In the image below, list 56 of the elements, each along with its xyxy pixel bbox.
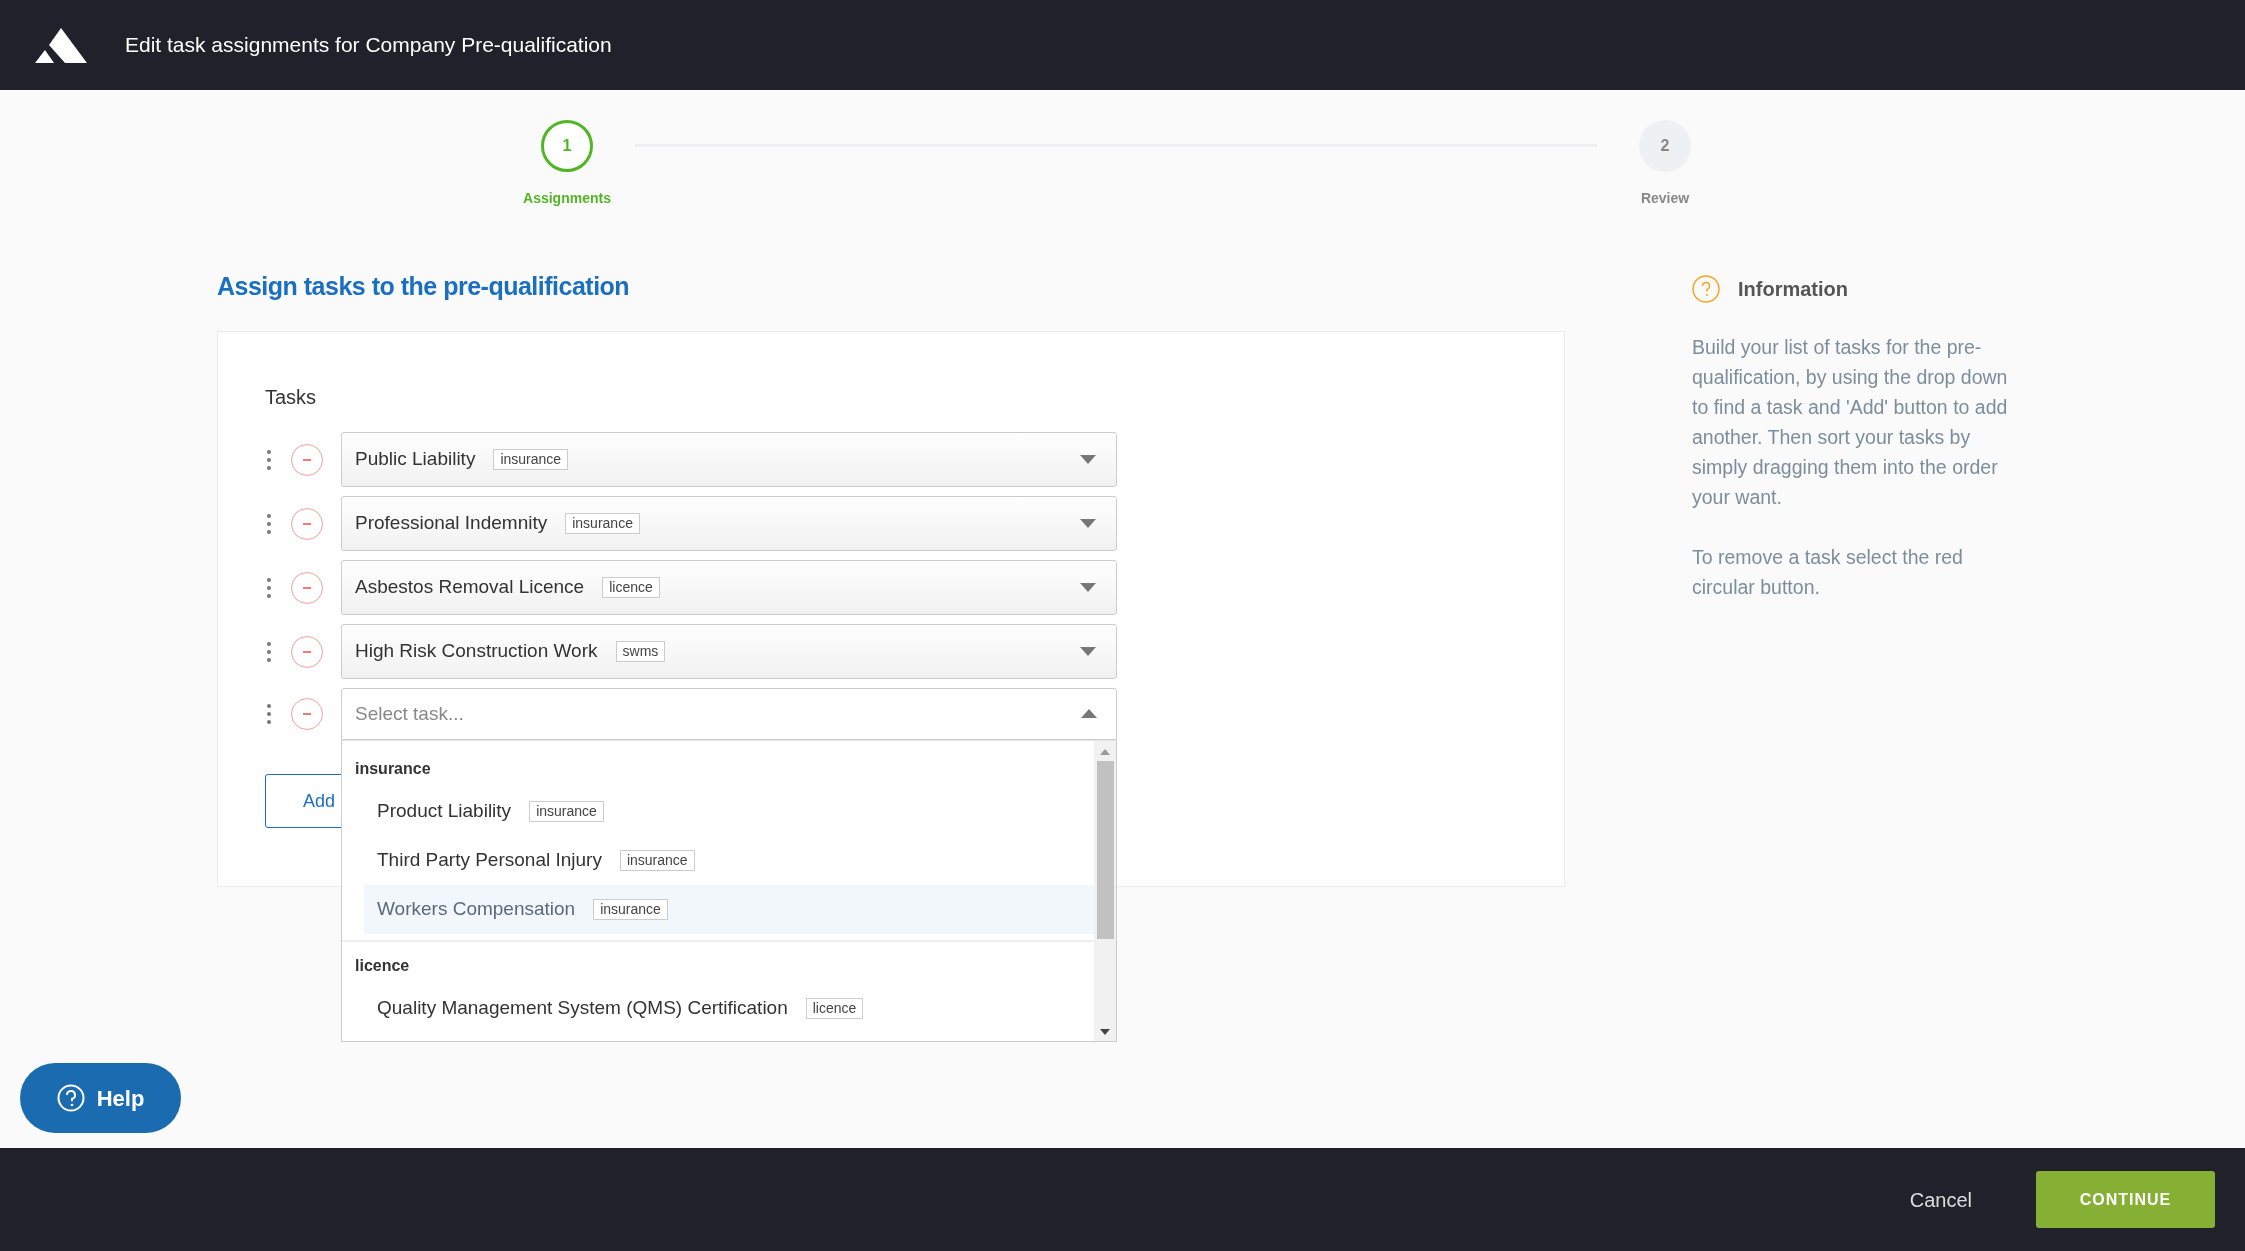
help-icon	[1692, 275, 1720, 303]
drag-handle-icon	[265, 703, 273, 725]
drag-handle-icon	[265, 640, 273, 663]
category-tag: insurance	[493, 449, 569, 470]
category-tag: insurance	[619, 850, 695, 871]
help-icon	[56, 1084, 85, 1112]
drag-handle-icon	[265, 576, 273, 599]
caret-icon	[1080, 455, 1096, 464]
page-heading: Assign tasks to the pre-qualification	[217, 271, 631, 301]
caret-icon	[1080, 583, 1096, 592]
task-name: Asbestos Removal Licence	[355, 575, 585, 600]
task-select[interactable]: Public Liability insurance	[341, 432, 1117, 487]
caret-icon	[1080, 519, 1096, 528]
category-tag: insurance	[529, 801, 604, 822]
info-text: To remove a task select the red circular button.	[1692, 545, 1964, 600]
minus-icon	[303, 522, 311, 525]
window-title: Edit task assignments for Company Pre-qualification	[125, 32, 612, 59]
task-select[interactable]: High Risk Construction Work swms	[341, 624, 1117, 679]
scroll-up-icon	[1100, 749, 1110, 755]
category-tag: insurance	[565, 513, 640, 534]
category-tag: swms	[615, 641, 666, 662]
dropdown-option[interactable]: Workers Compensation insurance	[364, 885, 1094, 934]
category-tag: licence	[602, 577, 660, 598]
drag-handle-icon	[265, 448, 273, 471]
task-search-field[interactable]: Select task...	[341, 688, 1117, 740]
scrollbar-thumb[interactable]	[1096, 761, 1114, 939]
category-tag: insurance	[593, 899, 668, 920]
minus-icon	[303, 586, 311, 589]
dropdown-option[interactable]: Quality Management System (QMS) Certification licence	[364, 984, 1094, 1033]
task-name: High Risk Construction Work	[355, 639, 598, 664]
minus-icon	[303, 650, 311, 653]
remove-button[interactable]	[291, 698, 323, 730]
section-title: Tasks	[265, 385, 318, 410]
task-select[interactable]: Professional Indemnity insurance	[341, 496, 1117, 551]
drag-handle-icon	[265, 512, 273, 535]
category-tag: licence	[805, 998, 864, 1019]
info-text: Build your list of tasks for the pre-qualification, by using the drop down to find a task and 'Add' button to add another. Then sort your tasks by simply dragging them into the order your want.	[1692, 335, 2009, 510]
remove-button[interactable]	[291, 507, 323, 540]
remove-button[interactable]	[291, 443, 323, 476]
task-select[interactable]: Asbestos Removal Licence licence	[341, 560, 1117, 615]
group-label: licence	[354, 956, 411, 976]
dropdown-option[interactable]: Third Party Personal Injury insurance	[364, 836, 1094, 885]
step-label: Assignments	[523, 189, 611, 208]
task-name: Public Liability	[355, 447, 476, 472]
minus-icon	[303, 458, 311, 461]
remove-button[interactable]	[291, 571, 323, 604]
cancel-button[interactable]: Cancel	[1903, 1183, 1978, 1216]
step-label: Review	[1640, 189, 1690, 208]
scroll-down-icon	[1100, 1029, 1110, 1035]
remove-button[interactable]	[291, 635, 323, 668]
task-name: Professional Indemnity	[355, 511, 548, 536]
info-title: Information	[1738, 277, 1848, 302]
caret-icon	[1080, 647, 1096, 656]
minus-icon	[303, 713, 311, 715]
logo-icon	[35, 27, 87, 63]
help-button[interactable]: Help	[20, 1063, 181, 1133]
